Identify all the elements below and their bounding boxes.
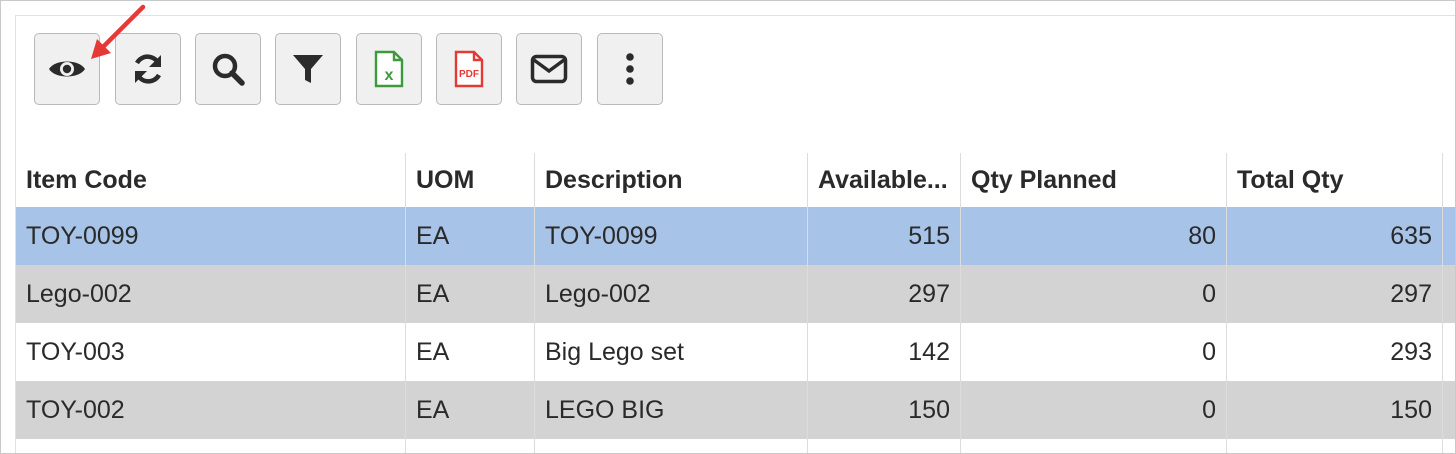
pdf-file-icon: PDF — [454, 50, 484, 88]
search-icon — [212, 53, 245, 86]
grid-header-row: Item Code UOM Description Available... Q… — [16, 153, 1455, 208]
excel-file-icon: x — [374, 50, 404, 88]
cell-total-qty: 293 — [1227, 323, 1443, 381]
column-header-available-label: Available... — [818, 166, 948, 194]
export-pdf-button[interactable]: PDF — [436, 33, 502, 105]
column-header-uom[interactable]: UOM — [406, 153, 535, 207]
cell-spacer — [1443, 323, 1455, 381]
cell-description: Big Lego set — [535, 323, 808, 381]
cell-item-code — [16, 439, 406, 453]
cell-available: 297 — [808, 265, 961, 323]
svg-text:PDF: PDF — [459, 69, 479, 80]
cell-item-code: Lego-002 — [16, 265, 406, 323]
cell-available: 142 — [808, 323, 961, 381]
cell-uom: EA — [406, 207, 535, 265]
annotation-arrow-icon — [91, 4, 146, 59]
envelope-icon — [530, 54, 568, 84]
cell-qty-planned: 0 — [961, 323, 1227, 381]
cell-uom — [406, 439, 535, 453]
app-frame: x PDF Item Code UOM Description Availabl… — [0, 0, 1456, 454]
cell-qty-planned: 0 — [961, 265, 1227, 323]
cell-qty-planned — [961, 439, 1227, 453]
cell-description: LEGO BIG — [535, 381, 808, 439]
cell-total-qty — [1227, 439, 1443, 453]
column-header-total-qty[interactable]: Total Qty — [1227, 153, 1443, 207]
cell-total-qty: 297 — [1227, 265, 1443, 323]
column-header-available[interactable]: Available... — [808, 153, 961, 207]
email-button[interactable] — [516, 33, 582, 105]
kebab-menu-icon — [626, 53, 634, 85]
table-row-selected[interactable]: TOY-0099 EA TOY-0099 515 80 635 — [16, 207, 1455, 265]
more-options-button[interactable] — [597, 33, 663, 105]
cell-total-qty: 635 — [1227, 207, 1443, 265]
cell-spacer — [1443, 265, 1455, 323]
search-button[interactable] — [195, 33, 261, 105]
cell-qty-planned: 0 — [961, 381, 1227, 439]
cell-available: 150 — [808, 381, 961, 439]
column-header-item-code[interactable]: Item Code — [16, 153, 406, 207]
cell-description — [535, 439, 808, 453]
cell-total-qty: 150 — [1227, 381, 1443, 439]
cell-spacer — [1443, 381, 1455, 439]
export-excel-button[interactable]: x — [356, 33, 422, 105]
cell-available: 515 — [808, 207, 961, 265]
column-header-spacer — [1443, 153, 1455, 207]
filter-icon — [293, 55, 323, 83]
table-row[interactable]: TOY-003 EA Big Lego set 142 0 293 — [16, 323, 1455, 381]
eye-icon — [49, 61, 85, 77]
filter-button[interactable] — [275, 33, 341, 105]
cell-uom: EA — [406, 323, 535, 381]
cell-item-code: TOY-0099 — [16, 207, 406, 265]
cell-spacer — [1443, 207, 1455, 265]
cell-description: Lego-002 — [535, 265, 808, 323]
table-row[interactable]: TOY-002 EA LEGO BIG 150 0 150 — [16, 381, 1455, 439]
column-header-description[interactable]: Description — [535, 153, 808, 207]
cell-available — [808, 439, 961, 453]
cell-qty-planned: 80 — [961, 207, 1227, 265]
svg-text:x: x — [385, 67, 394, 84]
cell-uom: EA — [406, 381, 535, 439]
cell-item-code: TOY-002 — [16, 381, 406, 439]
cell-uom: EA — [406, 265, 535, 323]
cell-spacer — [1443, 439, 1455, 453]
table-row[interactable]: Lego-002 EA Lego-002 297 0 297 — [16, 265, 1455, 323]
cell-description: TOY-0099 — [535, 207, 808, 265]
column-header-qty-planned[interactable]: Qty Planned — [961, 153, 1227, 207]
cell-item-code: TOY-003 — [16, 323, 406, 381]
table-row-partial — [16, 439, 1455, 453]
